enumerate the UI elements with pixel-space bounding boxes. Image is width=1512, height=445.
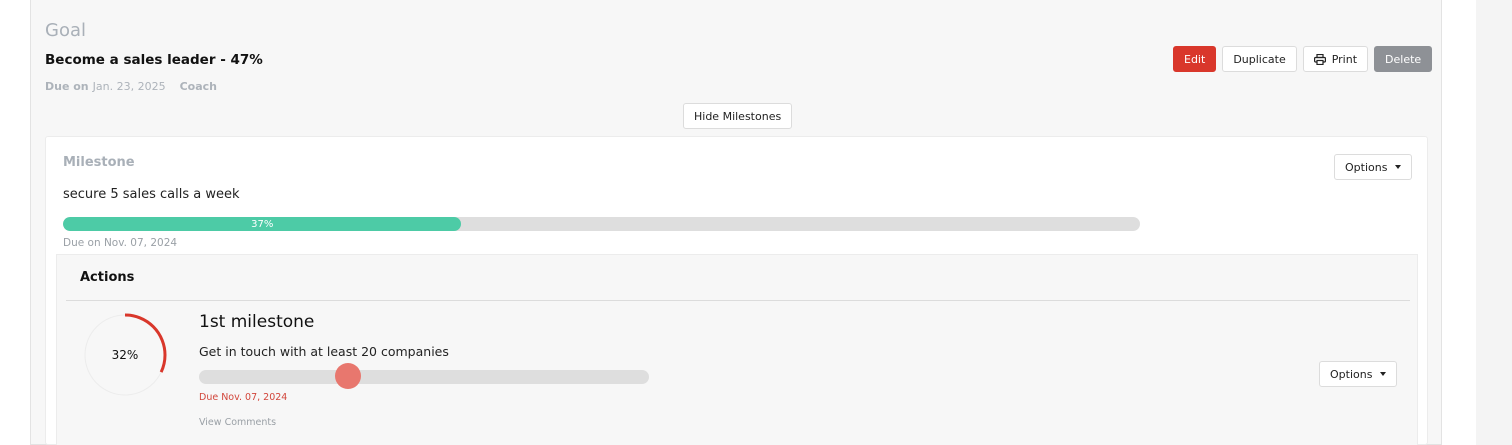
goal-toolbar: Edit Duplicate Print Delete [1173, 46, 1433, 72]
actions-title: Actions [80, 270, 135, 285]
goal-role: Coach [179, 80, 217, 93]
edit-button[interactable]: Edit [1173, 46, 1217, 72]
options-label: Options [1345, 160, 1388, 174]
view-comments-link[interactable]: View Comments [199, 417, 276, 428]
caret-down-icon [1380, 372, 1387, 376]
milestone-card: Milestone secure 5 sales calls a week Op… [45, 136, 1428, 445]
due-date: Jan. 23, 2025 [92, 80, 166, 93]
print-button[interactable]: Print [1302, 46, 1369, 72]
action-slider-thumb[interactable] [334, 363, 361, 389]
milestone-progress-bar: 37% [63, 217, 1140, 231]
goal-panel: Goal Become a sales leader - 47% Due on J… [30, 0, 1442, 445]
duplicate-button[interactable]: Duplicate [1222, 46, 1297, 72]
action-title: 1st milestone [199, 312, 315, 332]
milestone-options-button[interactable]: Options [1334, 154, 1413, 180]
action-due: Due Nov. 07, 2024 [199, 392, 288, 403]
page-right-strip [1476, 0, 1512, 445]
print-label: Print [1331, 52, 1358, 66]
goal-heading: Goal [45, 20, 86, 41]
action-options-button[interactable]: Options [1319, 361, 1398, 387]
goal-meta: Due on Jan. 23, 2025 Coach [45, 80, 217, 93]
printer-icon [1313, 53, 1326, 65]
caret-down-icon [1395, 165, 1402, 169]
delete-button[interactable]: Delete [1374, 46, 1433, 72]
milestone-text: secure 5 sales calls a week [63, 187, 240, 202]
due-label: Due on [45, 80, 89, 93]
action-description: Get in touch with at least 20 companies [199, 344, 449, 359]
goal-title: Become a sales leader - 47% [45, 52, 263, 68]
options-label: Options [1330, 367, 1373, 381]
action-progress-donut: 32% [83, 313, 167, 397]
milestone-progress-fill: 37% [63, 217, 462, 231]
goal-due: Due on Jan. 23, 2025 [45, 80, 166, 93]
action-slider-track[interactable] [199, 370, 649, 384]
milestone-due: Due on Nov. 07, 2024 [63, 237, 178, 249]
actions-panel: Actions 32% 1st milestone Get in touch w… [56, 254, 1418, 445]
action-percent: 32% [111, 348, 139, 362]
actions-divider [66, 300, 1410, 301]
hide-milestones-button[interactable]: Hide Milestones [683, 103, 793, 129]
milestone-label: Milestone [63, 155, 135, 170]
